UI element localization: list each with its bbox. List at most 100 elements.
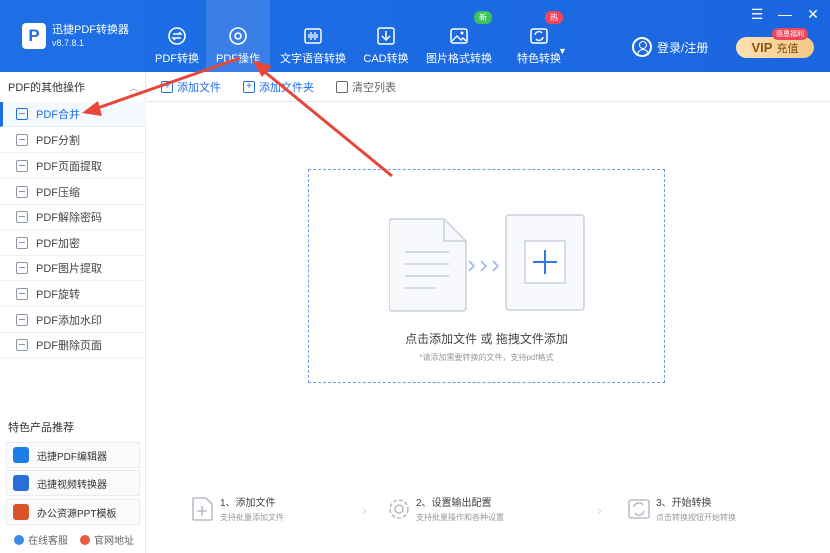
sidebar-item-rotate[interactable]: PDF旋转 xyxy=(0,282,146,307)
step-title: 3、开始转换 xyxy=(656,498,712,509)
close-icon[interactable]: ✕ xyxy=(806,6,820,23)
minimize-icon[interactable]: — xyxy=(778,6,792,23)
merge-icon xyxy=(16,108,28,120)
tab-text-speech[interactable]: 文字语音转换 xyxy=(280,0,346,72)
sidebar-item-page-extract[interactable]: PDF页面提取 xyxy=(0,154,146,179)
sidebar-item-label: PDF分割 xyxy=(36,135,80,147)
step-start-convert: 3、开始转换 点击转换按钮开始转换 xyxy=(628,497,736,525)
chevron-right-icon: › xyxy=(597,502,602,518)
chevron-right-icon: › xyxy=(362,502,367,518)
sidebar-section-header[interactable]: PDF的其他操作 ︿ xyxy=(0,76,146,98)
file-drop-zone[interactable]: 点击添加文件 或 拖拽文件添加 *请添加需要转换的文件，支持pdf格式 xyxy=(308,169,665,383)
rotate-icon xyxy=(16,288,28,300)
tab-label: 文字语音转换 xyxy=(280,53,346,65)
pdf-editor-icon xyxy=(13,447,29,463)
sidebar-item-label: PDF合并 xyxy=(36,109,80,121)
watermark-icon xyxy=(16,314,28,326)
vip-label: 充值 xyxy=(776,42,799,55)
image-icon xyxy=(16,262,28,274)
add-folder-icon: + xyxy=(243,80,255,93)
recommend-pdf-editor[interactable]: 迅捷PDF编辑器 xyxy=(6,442,140,468)
video-converter-icon xyxy=(13,475,29,491)
ppt-template-icon xyxy=(13,504,29,520)
add-folder-button[interactable]: + 添加文件夹 xyxy=(243,79,314,95)
clear-list-button[interactable]: 清空列表 xyxy=(336,79,396,95)
login-button[interactable]: 登录/注册 xyxy=(632,37,708,57)
promo-badge: 感恩福利 xyxy=(772,28,808,40)
sidebar-item-delete-page[interactable]: PDF删除页面 xyxy=(0,333,146,358)
title-bar: P 迅捷PDF转换器 v8.7.8.1 PDF转换 PDF操作 文字语音转换 C… xyxy=(0,0,830,72)
recommend-label: 迅捷PDF编辑器 xyxy=(37,451,107,463)
page-extract-icon xyxy=(16,160,28,172)
app-name: 迅捷PDF转换器 xyxy=(52,24,129,36)
add-file-button[interactable]: + 添加文件 xyxy=(161,79,221,95)
chevron-up-icon[interactable]: ︿ xyxy=(129,81,138,94)
refresh-icon xyxy=(529,26,549,46)
sidebar-item-watermark[interactable]: PDF添加水印 xyxy=(0,308,146,333)
login-label: 登录/注册 xyxy=(657,40,709,55)
add-file-label: 添加文件 xyxy=(177,81,221,94)
website-link[interactable]: 官网地址 xyxy=(80,532,134,547)
sidebar-item-encrypt[interactable]: PDF加密 xyxy=(0,231,146,256)
sidebar-item-compress[interactable]: PDF压缩 xyxy=(0,180,146,205)
new-badge: 新 xyxy=(474,11,492,24)
recommend-video-converter[interactable]: 迅捷视频转换器 xyxy=(6,470,140,496)
sidebar-item-label: PDF解除密码 xyxy=(36,212,102,224)
recommend-title: 特色产品推荐 xyxy=(8,422,74,434)
footer-label: 官网地址 xyxy=(94,536,134,547)
window-controls: ☰ — ✕ xyxy=(750,6,820,23)
step-desc: 支持批量添加文件 xyxy=(220,513,284,522)
sidebar-item-label: PDF压缩 xyxy=(36,187,80,199)
app-logo: P xyxy=(22,23,46,49)
tab-pdf-convert[interactable]: PDF转换 xyxy=(150,0,204,72)
trash-icon xyxy=(336,80,348,93)
menu-icon[interactable]: ☰ xyxy=(750,6,764,23)
audio-wave-icon xyxy=(303,26,323,46)
sidebar-item-label: PDF旋转 xyxy=(36,289,80,301)
disc-icon xyxy=(228,26,248,46)
image-icon xyxy=(449,26,469,46)
cad-icon xyxy=(376,26,396,46)
delete-page-icon xyxy=(16,339,28,351)
sidebar-item-label: PDF页面提取 xyxy=(36,161,102,173)
sidebar-item-image-extract[interactable]: PDF图片提取 xyxy=(0,256,146,281)
tab-special-convert[interactable]: 特色转换 xyxy=(506,0,572,72)
drop-zone-hint: *请添加需要转换的文件，支持pdf格式 xyxy=(419,353,554,362)
sidebar-item-label: PDF删除页面 xyxy=(36,340,102,352)
tab-label: PDF转换 xyxy=(155,53,199,65)
vip-recharge-button[interactable]: VIP 充值 xyxy=(736,37,814,58)
tab-label: 特色转换 xyxy=(517,53,561,65)
drop-zone-text: 点击添加文件 或 拖拽文件添加 xyxy=(405,332,568,346)
recommend-label: 办公资源PPT模板 xyxy=(37,508,117,520)
split-icon xyxy=(16,134,28,146)
online-support-link[interactable]: 在线客服 xyxy=(14,532,68,547)
support-icon xyxy=(14,534,24,545)
app-version: v8.7.8.1 xyxy=(52,38,85,48)
step-add-file: 1、添加文件 支持批量添加文件 xyxy=(192,497,284,525)
step-title: 1、添加文件 xyxy=(220,498,276,509)
brand: P 迅捷PDF转换器 v8.7.8.1 xyxy=(22,23,129,49)
convert-icon xyxy=(628,499,650,519)
sidebar-item-label: PDF加密 xyxy=(36,238,80,250)
recommend-ppt-templates[interactable]: 办公资源PPT模板 xyxy=(6,499,140,525)
clear-list-label: 清空列表 xyxy=(352,81,396,94)
sidebar-item-label: PDF添加水印 xyxy=(36,315,102,327)
sidebar-section-title: PDF的其他操作 xyxy=(8,82,85,94)
sidebar-item-unlock[interactable]: PDF解除密码 xyxy=(0,205,146,230)
compress-icon xyxy=(16,186,28,198)
tab-label: PDF操作 xyxy=(216,53,260,65)
user-icon xyxy=(632,37,652,57)
hot-badge: 热 xyxy=(545,11,563,24)
tab-pdf-operation[interactable]: PDF操作 xyxy=(206,0,270,72)
sidebar-item-pdf-merge[interactable]: PDF合并 xyxy=(0,102,146,127)
tab-cad-convert[interactable]: CAD转换 xyxy=(360,0,412,72)
add-file-icon xyxy=(192,497,213,521)
add-file-illustration xyxy=(389,214,585,312)
sidebar-item-pdf-split[interactable]: PDF分割 xyxy=(0,128,146,153)
globe-icon xyxy=(80,534,90,545)
add-file-icon: + xyxy=(161,80,173,93)
step-desc: 点击转换按钮开始转换 xyxy=(656,513,736,522)
convert-icon xyxy=(167,26,187,46)
add-folder-label: 添加文件夹 xyxy=(259,81,314,94)
chevron-down-icon[interactable]: ▼ xyxy=(558,46,567,56)
